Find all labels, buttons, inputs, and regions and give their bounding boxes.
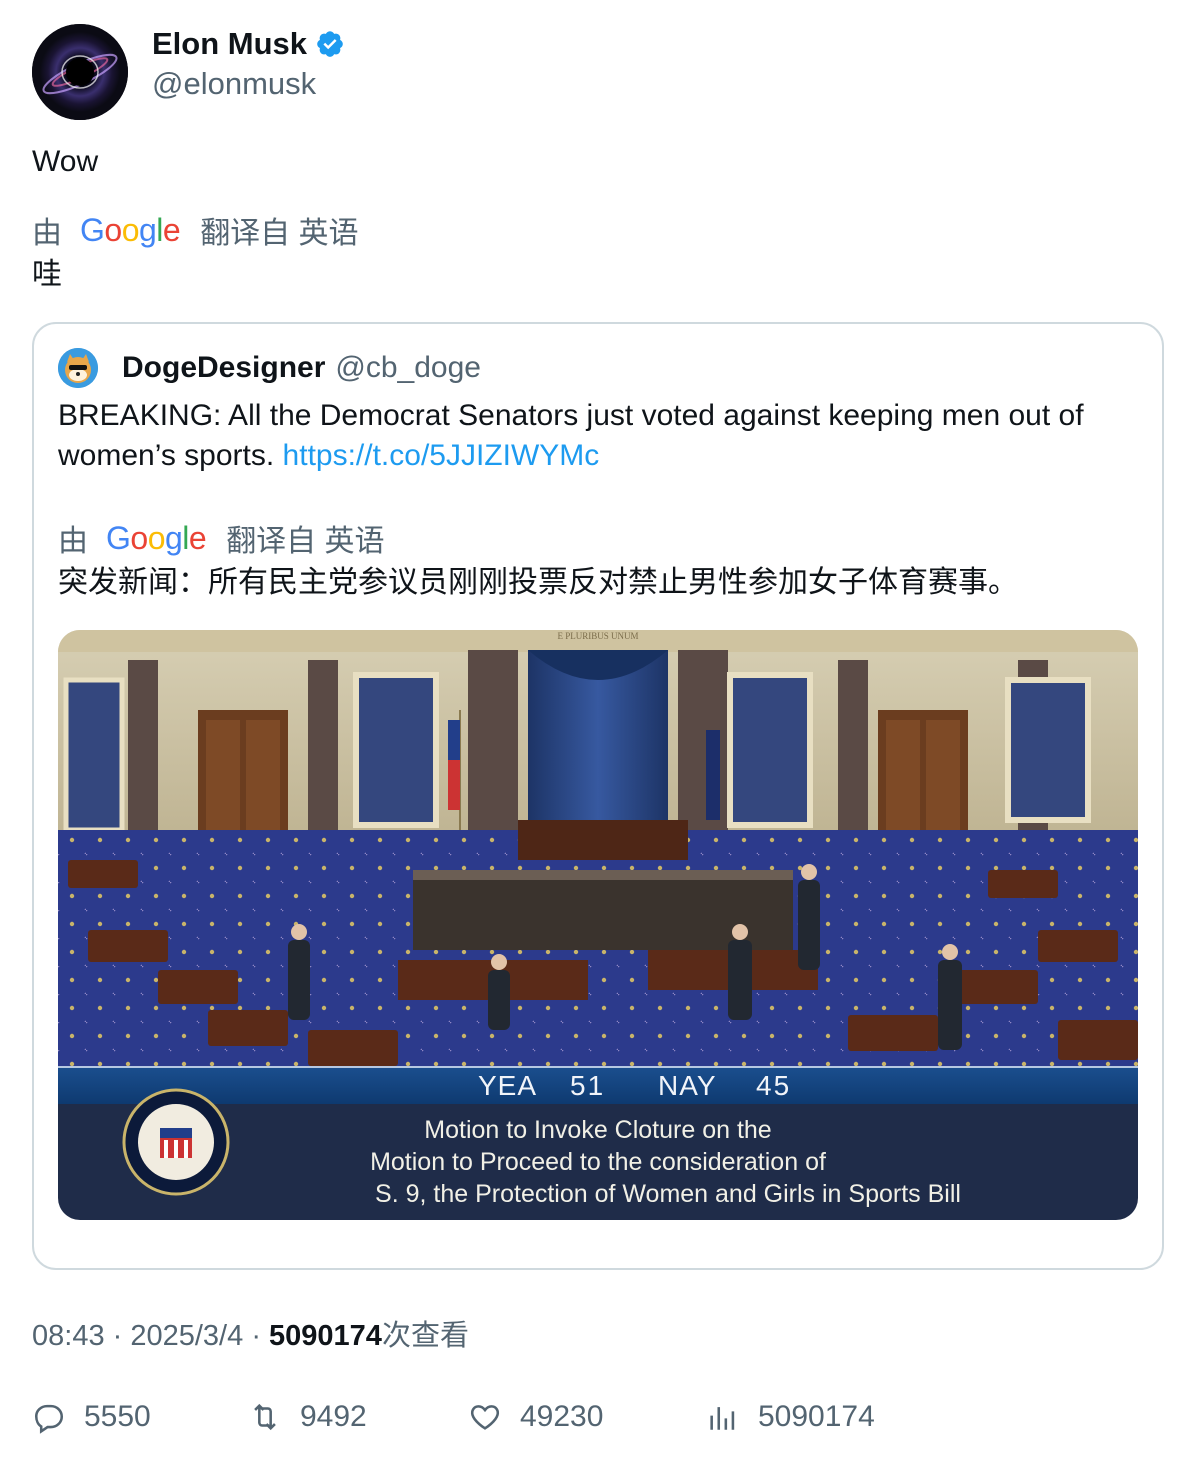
senate-chamber-image: E PLURIBUS UNUM YEA 51 NAY 45 Motion to … [58,630,1138,1220]
retweet-button[interactable]: 9492 [248,1400,367,1434]
quoted-author-name[interactable]: DogeDesigner [122,351,325,385]
views-suffix: 次查看 [381,1320,469,1352]
quoted-tweet[interactable]: DogeDesigner @cb_doge BREAKING: All the … [32,322,1164,1270]
quoted-author-avatar[interactable] [58,348,98,388]
quoted-google-logo: Google [106,520,207,556]
quoted-translated-text: 突发新闻：所有民主党参议员刚刚投票反对禁止男性参加女子体育赛事。 [58,566,1018,599]
yea-label: YEA [478,1070,537,1101]
retweet-count: 9492 [300,1400,367,1433]
quoted-author-handle[interactable]: @cb_doge [335,351,481,385]
quoted-tweet-link[interactable]: https://t.co/5JJIZIWYMc [283,439,600,472]
views-action-count: 5090174 [758,1400,875,1433]
views-count: 5090174 [269,1320,382,1352]
tweet-time[interactable]: 08:43 [32,1320,105,1352]
yea-count: 51 [570,1070,605,1101]
quoted-translation-attribution[interactable]: 由 Google 翻译自 英语 [58,516,385,560]
quoted-translation-prefix: 由 [58,525,88,558]
meta-separator: · [112,1320,131,1352]
author-handle[interactable]: @elonmusk [152,64,345,104]
nay-count: 45 [756,1070,791,1101]
tweet-header: Elon Musk @elonmusk [32,24,345,120]
tweet-date[interactable]: 2025/3/4 [130,1320,243,1352]
quoted-tweet-text: BREAKING: All the Democrat Senators just… [58,396,1138,476]
meta-separator: · [251,1320,270,1352]
reply-icon [34,1404,64,1434]
translation-attribution[interactable]: 由 Google 翻译自 英语 [32,208,359,252]
like-button[interactable]: 49230 [468,1400,603,1434]
author-avatar[interactable] [32,24,128,120]
senate-seal [122,1088,230,1196]
translation-prefix: 由 [32,217,62,250]
reply-button[interactable]: 5550 [32,1400,151,1434]
views-button[interactable]: 5090174 [706,1400,875,1434]
tweet-meta: 08:43 · 2025/3/4 · 5090174次查看 [32,1316,469,1356]
analytics-icon [710,1407,735,1430]
heart-icon [470,1405,500,1430]
tweet-actions: 5550 9492 49230 5090174 [32,1400,1164,1450]
reply-count: 5550 [84,1400,151,1433]
retweet-icon [254,1403,276,1431]
caption-line-1: Motion to Invoke Cloture on the [424,1116,771,1144]
tweet-text: Wow [32,145,99,178]
caption-line-3: S. 9, the Protection of Women and Girls … [375,1180,961,1208]
banner-motto: E PLURIBUS UNUM [557,631,638,641]
google-logo: Google [80,212,181,248]
quoted-translation-suffix: 翻译自 英语 [226,525,385,558]
like-count: 49230 [520,1400,604,1433]
nay-label: NAY [658,1070,717,1101]
quoted-tweet-media[interactable]: E PLURIBUS UNUM YEA 51 NAY 45 Motion to … [58,630,1138,1220]
quoted-tweet-header: DogeDesigner @cb_doge [58,348,481,388]
translation-suffix: 翻译自 英语 [200,217,359,250]
caption-line-2: Motion to Proceed to the consideration o… [370,1148,826,1176]
translated-text: 哇 [32,258,62,291]
verified-badge-icon [317,31,343,57]
author-display-name[interactable]: Elon Musk [152,26,307,62]
